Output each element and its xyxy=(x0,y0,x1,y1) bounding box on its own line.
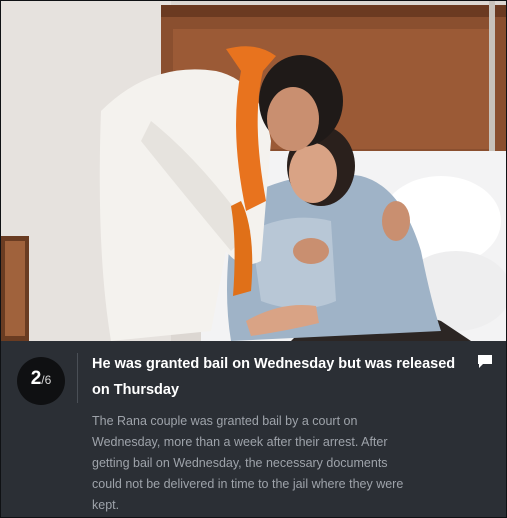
slide-counter: 2 / 6 xyxy=(17,357,65,405)
caption-divider xyxy=(77,353,78,403)
caption-panel: 2 / 6 He was granted bail on Wednesday b… xyxy=(1,341,506,517)
slide-current-number: 2 xyxy=(30,368,42,389)
slide-description: The Rana couple was granted bail by a co… xyxy=(92,414,404,512)
slide-total-number: 6 xyxy=(44,373,52,387)
comment-icon[interactable] xyxy=(477,353,493,369)
slide-photo[interactable] xyxy=(1,1,506,341)
photo-illustration xyxy=(1,1,506,341)
slide-title: He was granted bail on Wednesday but was… xyxy=(92,356,456,398)
slideshow-card: 2 / 6 He was granted bail on Wednesday b… xyxy=(0,0,507,518)
